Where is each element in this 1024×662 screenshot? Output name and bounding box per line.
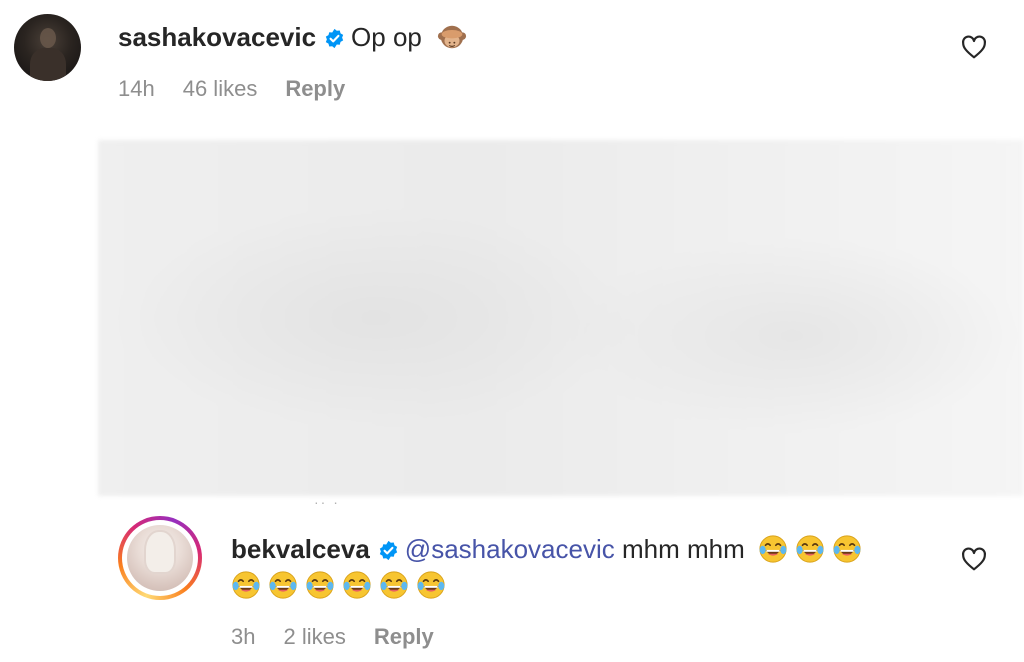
avatar-figure [146, 532, 174, 572]
emoji-group [758, 534, 869, 564]
blurred-media [98, 140, 1024, 496]
see-no-evil-monkey-icon [438, 25, 467, 49]
verified-badge-icon [325, 28, 344, 49]
username-link[interactable]: bekvalceva [231, 534, 370, 564]
comment-text-line-2 [231, 568, 453, 602]
comment-meta: 3h 2 likes Reply [231, 623, 462, 651]
likes-count[interactable]: 46 likes [183, 76, 258, 101]
comment-meta: 14h 46 likes Reply [118, 75, 373, 103]
face-with-tears-of-joy-icon [232, 571, 260, 599]
comment-text-line: sashakovacevic Op op [118, 20, 474, 54]
face-with-tears-of-joy-icon [796, 535, 824, 563]
mention-link[interactable]: @sashakovacevic [405, 534, 615, 564]
face-with-tears-of-joy-icon [759, 535, 787, 563]
reply-button[interactable]: Reply [374, 624, 434, 649]
avatar-body [30, 48, 66, 81]
avatar-face [40, 28, 56, 48]
face-with-tears-of-joy-icon [269, 571, 297, 599]
emoji-group [231, 570, 453, 600]
comment-time: 3h [231, 624, 256, 649]
face-with-tears-of-joy-icon [380, 571, 408, 599]
heart-outline-icon[interactable] [961, 35, 987, 59]
comment-body: mhm mhm [621, 534, 745, 564]
avatar[interactable] [14, 14, 81, 81]
comment-body: Op op [351, 22, 422, 52]
avatar-story-ring[interactable] [118, 516, 202, 600]
face-with-tears-of-joy-icon [417, 571, 445, 599]
heart-outline-icon[interactable] [961, 547, 987, 571]
face-with-tears-of-joy-icon [833, 535, 861, 563]
username-link[interactable]: sashakovacevic [118, 22, 316, 52]
face-with-tears-of-joy-icon [306, 571, 334, 599]
blurred-remnant: ·· · [314, 494, 340, 510]
likes-count[interactable]: 2 likes [283, 624, 345, 649]
reply-button[interactable]: Reply [285, 76, 345, 101]
face-with-tears-of-joy-icon [343, 571, 371, 599]
comments-view: sashakovacevic Op op 14h 46 likes Reply [0, 0, 1024, 662]
comment-time: 14h [118, 76, 155, 101]
verified-badge-icon [379, 540, 397, 561]
comment-text-line: bekvalceva @sashakovacevic mhm mhm [231, 532, 869, 566]
